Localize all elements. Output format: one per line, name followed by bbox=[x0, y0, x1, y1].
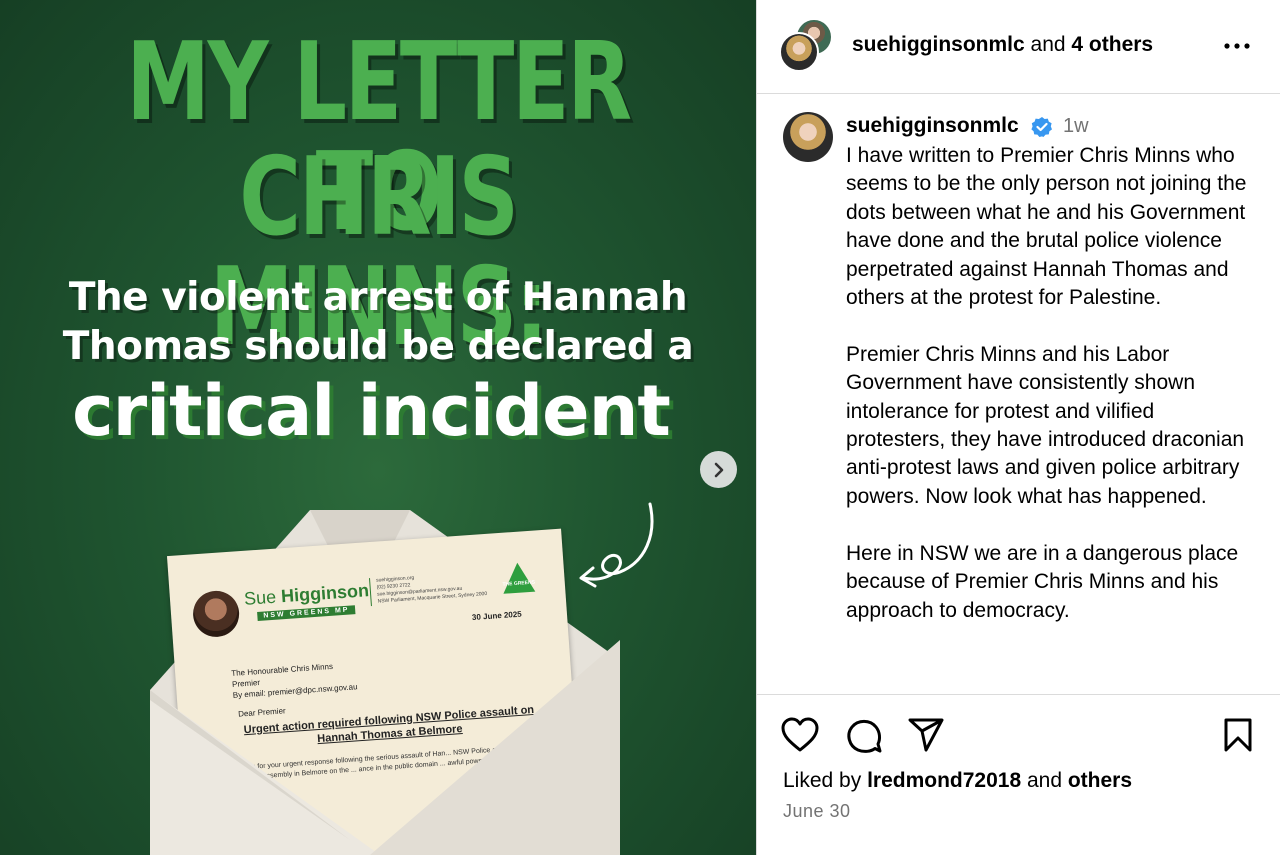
liked-by-user[interactable]: lredmond72018 bbox=[867, 769, 1021, 792]
more-options-button[interactable] bbox=[1223, 30, 1251, 56]
subtitle-line-2: Thomas should be declared a bbox=[62, 324, 694, 369]
collab-avatars[interactable] bbox=[779, 18, 835, 74]
post-side-panel: suehigginsonmlc and 4 others suehigginso… bbox=[756, 0, 1280, 855]
header-username[interactable]: suehigginsonmlc bbox=[852, 33, 1025, 56]
bookmark-icon[interactable] bbox=[1221, 717, 1255, 753]
letter-date: 30 June 2025 bbox=[471, 609, 523, 623]
envelope-front bbox=[150, 640, 620, 855]
likes-summary: Liked by lredmond72018 and others bbox=[783, 769, 1133, 792]
arrow-doodle-icon bbox=[579, 502, 654, 588]
liked-by-others[interactable]: others bbox=[1068, 769, 1132, 792]
caption-text: I have written to Premier Chris Minns wh… bbox=[846, 144, 1247, 622]
greens-logo-icon: THE GREENS bbox=[502, 562, 536, 594]
caption-username[interactable]: suehigginsonmlc bbox=[846, 114, 1019, 138]
post-media[interactable]: MY LETTER TO CHRIS MINNS: The violent ar… bbox=[0, 0, 756, 855]
header-others[interactable]: 4 others bbox=[1071, 33, 1153, 56]
emphasis-text: critical incident bbox=[72, 370, 671, 452]
caption-avatar[interactable] bbox=[783, 112, 833, 162]
next-slide-button[interactable] bbox=[700, 451, 737, 488]
post-header: suehigginsonmlc and 4 others bbox=[757, 0, 1280, 94]
post-date[interactable]: June 30 bbox=[783, 801, 851, 822]
heart-icon[interactable] bbox=[781, 717, 819, 753]
header-authors[interactable]: suehigginsonmlc and 4 others bbox=[852, 33, 1153, 57]
comment-icon[interactable] bbox=[845, 717, 883, 755]
verified-badge-icon bbox=[1031, 117, 1052, 137]
subtitle-line-1: The violent arrest of Hannah bbox=[68, 275, 688, 320]
chevron-right-icon bbox=[714, 462, 723, 477]
share-icon[interactable] bbox=[907, 717, 945, 753]
avatar[interactable] bbox=[779, 32, 819, 72]
letter-avatar bbox=[191, 589, 241, 639]
more-horizontal-icon bbox=[1224, 43, 1250, 49]
letter-contact: suehigginson.org (02) 9230 2722 sue.higg… bbox=[368, 569, 488, 607]
post-actions: Liked by lredmond72018 and others June 3… bbox=[757, 694, 1280, 856]
caption-timestamp[interactable]: 1w bbox=[1063, 115, 1089, 138]
